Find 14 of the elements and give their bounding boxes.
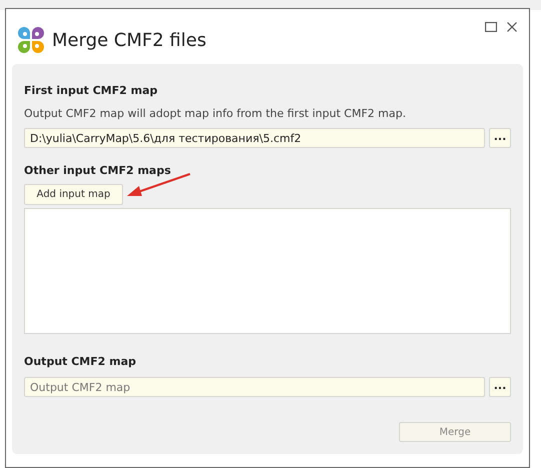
close-icon[interactable] <box>507 22 517 32</box>
section-heading: Other input CMF2 maps <box>24 164 172 177</box>
file-path-field[interactable]: D:\yulia\CarryMap\5.6\для тестирования\5.cmf2 <box>24 128 485 148</box>
browse-button[interactable]: ... <box>489 128 511 148</box>
add-input-map-button[interactable]: Add input map <box>24 184 123 205</box>
browse-button[interactable]: ... <box>489 377 511 397</box>
maximize-icon[interactable] <box>485 22 497 32</box>
app-logo-icon <box>18 27 44 53</box>
input-maps-list[interactable] <box>24 208 511 334</box>
file-path-field[interactable]: Output CMF2 map <box>24 377 485 397</box>
section-heading: First input CMF2 map <box>24 84 159 97</box>
window-title: Merge CMF2 files <box>52 30 208 50</box>
section-heading: Output CMF2 map <box>24 355 138 368</box>
description-text: Output CMF2 map will adopt map info from the first input CMF2 map. <box>24 107 407 120</box>
